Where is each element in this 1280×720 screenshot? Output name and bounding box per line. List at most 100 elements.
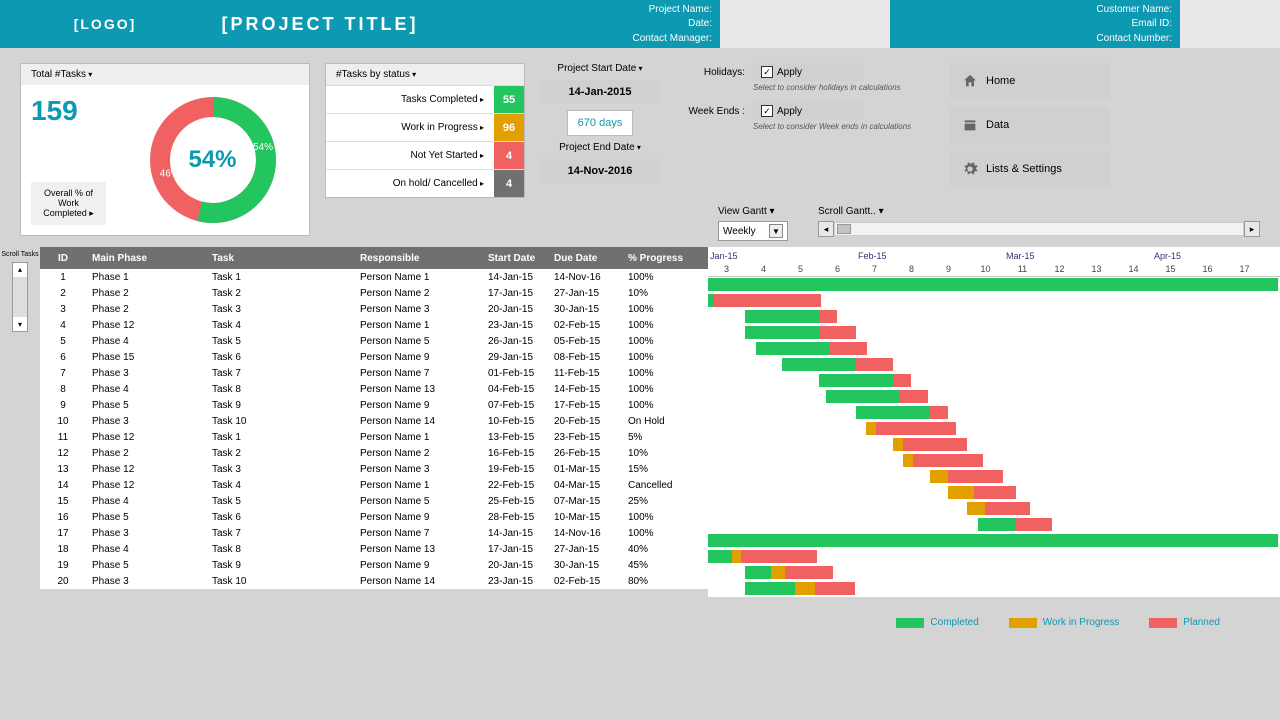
table-row[interactable]: 17 Phase 3 Task 7 Person Name 7 14-Jan-1… [40, 525, 708, 541]
gantt-bar[interactable] [819, 326, 856, 339]
scroll-up-icon[interactable]: ▴ [13, 263, 27, 277]
calendar-icon [962, 117, 978, 133]
data-button[interactable]: Data [950, 107, 1110, 143]
gantt-bar[interactable] [708, 550, 732, 563]
gantt-bar[interactable] [893, 438, 903, 451]
table-row[interactable]: 16 Phase 5 Task 6 Person Name 9 28-Feb-1… [40, 509, 708, 525]
gantt-bar[interactable] [826, 390, 900, 403]
gantt-bar[interactable] [1015, 518, 1052, 531]
gantt-bar[interactable] [771, 566, 785, 579]
col-id[interactable]: ID [40, 251, 86, 266]
table-row[interactable]: 10 Phase 3 Task 10 Person Name 14 10-Feb… [40, 413, 708, 429]
gantt-bar[interactable] [856, 358, 893, 371]
gantt-bar[interactable] [948, 486, 974, 499]
table-row[interactable]: 19 Phase 5 Task 9 Person Name 9 20-Jan-1… [40, 557, 708, 573]
gantt-bar[interactable] [714, 294, 821, 307]
overall-percent-button[interactable]: Overall % of Work Completed ▸ [31, 182, 106, 225]
project-info-values[interactable] [720, 0, 890, 48]
status-row[interactable]: Tasks Completed 55 [326, 85, 524, 113]
status-header[interactable]: #Tasks by status [326, 64, 524, 85]
col-progress[interactable]: % Progress [622, 251, 696, 266]
gantt-bar[interactable] [732, 550, 741, 563]
gantt-bar[interactable] [913, 454, 983, 467]
gantt-bar[interactable] [830, 342, 867, 355]
home-button[interactable]: Home [950, 63, 1110, 99]
status-row[interactable]: On hold/ Cancelled 4 [326, 169, 524, 197]
holidays-checkbox[interactable]: ✓ [761, 66, 773, 78]
gantt-bar[interactable] [708, 278, 1278, 291]
table-row[interactable]: 2 Phase 2 Task 2 Person Name 2 17-Jan-15… [40, 285, 708, 301]
col-task[interactable]: Task [206, 251, 354, 266]
col-due[interactable]: Due Date [548, 251, 622, 266]
total-tasks-header[interactable]: Total #Tasks [21, 64, 309, 85]
gantt-bar[interactable] [903, 454, 913, 467]
gantt-bar[interactable] [967, 502, 985, 515]
status-row[interactable]: Work in Progress 96 [326, 113, 524, 141]
gantt-bar[interactable] [948, 470, 1003, 483]
gantt-bar[interactable] [745, 326, 819, 339]
gantt-bar[interactable] [819, 310, 837, 323]
scroll-down-icon[interactable]: ▾ [13, 317, 27, 331]
gantt-bar[interactable] [903, 438, 967, 451]
gantt-row [708, 325, 1280, 341]
gantt-bar[interactable] [785, 566, 833, 579]
lists-settings-button[interactable]: Lists & Settings [950, 151, 1110, 187]
start-date-label[interactable]: Project Start Date [557, 63, 642, 74]
weekends-apply-button[interactable]: ✓ Apply [753, 102, 863, 120]
label-project-name: Project Name: [438, 4, 712, 15]
table-row[interactable]: 1 Phase 1 Task 1 Person Name 1 14-Jan-15… [40, 269, 708, 285]
gantt-bar[interactable] [876, 422, 956, 435]
gantt-bar[interactable] [745, 566, 771, 579]
table-row[interactable]: 14 Phase 12 Task 4 Person Name 1 22-Feb-… [40, 477, 708, 493]
status-row[interactable]: Not Yet Started 4 [326, 141, 524, 169]
gantt-bar[interactable] [930, 406, 948, 419]
table-row[interactable]: 5 Phase 4 Task 5 Person Name 5 26-Jan-15… [40, 333, 708, 349]
scroll-gantt-label[interactable]: Scroll Gantt.. ▾ [818, 206, 1260, 217]
gantt-bar[interactable] [978, 518, 1015, 531]
table-row[interactable]: 9 Phase 5 Task 9 Person Name 9 07-Feb-15… [40, 397, 708, 413]
table-row[interactable]: 6 Phase 15 Task 6 Person Name 9 29-Jan-1… [40, 349, 708, 365]
table-row[interactable]: 20 Phase 3 Task 10 Person Name 14 23-Jan… [40, 573, 708, 589]
table-row[interactable]: 13 Phase 12 Task 3 Person Name 3 19-Feb-… [40, 461, 708, 477]
table-row[interactable]: 12 Phase 2 Task 2 Person Name 2 16-Feb-1… [40, 445, 708, 461]
col-start[interactable]: Start Date [482, 251, 548, 266]
table-row[interactable]: 7 Phase 3 Task 7 Person Name 7 01-Feb-15… [40, 365, 708, 381]
table-row[interactable]: 18 Phase 4 Task 8 Person Name 13 17-Jan-… [40, 541, 708, 557]
weekends-checkbox[interactable]: ✓ [761, 105, 773, 117]
dropdown-icon[interactable]: ▼ [769, 224, 783, 238]
gantt-bar[interactable] [756, 342, 830, 355]
gantt-bar[interactable] [815, 582, 855, 595]
col-responsible[interactable]: Responsible [354, 251, 482, 266]
view-gantt-label[interactable]: View Gantt ▾ [718, 206, 788, 217]
gantt-bar[interactable] [819, 374, 893, 387]
scroll-right-button[interactable]: ▸ [1244, 221, 1260, 237]
task-scroll-vertical[interactable]: ▴ ▾ [12, 262, 28, 332]
gantt-bar[interactable] [900, 390, 928, 403]
table-row[interactable]: 4 Phase 12 Task 4 Person Name 1 23-Jan-1… [40, 317, 708, 333]
holidays-apply-button[interactable]: ✓ Apply [753, 63, 863, 81]
table-row[interactable]: 8 Phase 4 Task 8 Person Name 13 04-Feb-1… [40, 381, 708, 397]
gantt-bar[interactable] [708, 534, 1278, 547]
scroll-thumb[interactable] [837, 224, 851, 234]
gantt-bar[interactable] [782, 358, 856, 371]
gantt-bar[interactable] [974, 486, 1016, 499]
gantt-bar[interactable] [745, 310, 819, 323]
col-phase[interactable]: Main Phase [86, 251, 206, 266]
gantt-bar[interactable] [985, 502, 1030, 515]
table-row[interactable]: 15 Phase 4 Task 5 Person Name 5 25-Feb-1… [40, 493, 708, 509]
gantt-legend: Completed Work in Progress Planned [0, 597, 1280, 648]
end-date-label[interactable]: Project End Date [559, 142, 641, 153]
scroll-left-button[interactable]: ◂ [818, 221, 834, 237]
scroll-track[interactable] [834, 222, 1244, 236]
customer-info-values[interactable] [1180, 0, 1280, 48]
gantt-bar[interactable] [866, 422, 876, 435]
gantt-bar[interactable] [893, 374, 911, 387]
gantt-bar[interactable] [745, 582, 795, 595]
table-row[interactable]: 3 Phase 2 Task 3 Person Name 3 20-Jan-15… [40, 301, 708, 317]
view-gantt-select[interactable]: Weekly ▼ [718, 221, 788, 241]
gantt-bar[interactable] [930, 470, 948, 483]
gantt-bar[interactable] [741, 550, 817, 563]
table-row[interactable]: 11 Phase 12 Task 1 Person Name 1 13-Feb-… [40, 429, 708, 445]
gantt-bar[interactable] [795, 582, 815, 595]
gantt-bar[interactable] [856, 406, 930, 419]
